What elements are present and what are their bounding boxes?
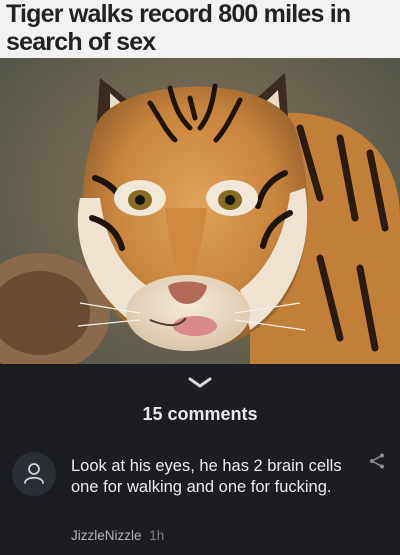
article-headline[interactable]: Tiger walks record 800 miles in search o… <box>0 0 400 58</box>
headline-line-2: search of sex <box>6 28 156 56</box>
avatar[interactable] <box>12 452 56 496</box>
comment-author[interactable]: JizzleNizzle <box>71 528 142 543</box>
comment-meta: JizzleNizzle 1h <box>71 528 164 543</box>
user-icon <box>24 463 44 484</box>
comment-body: Look at his eyes, he has 2 brain cells o… <box>71 457 342 496</box>
comments-panel: 15 comments Look at his eyes, he has 2 b… <box>0 364 400 555</box>
share-icon[interactable] <box>368 452 386 470</box>
headline-line-1: Tiger walks record 800 miles in <box>6 0 351 28</box>
comment-timestamp: 1h <box>149 528 165 543</box>
chevron-down-icon[interactable] <box>186 374 214 392</box>
comment-count[interactable]: 15 comments <box>0 404 400 425</box>
tiger-image <box>0 73 400 364</box>
article-photo[interactable] <box>0 58 400 364</box>
